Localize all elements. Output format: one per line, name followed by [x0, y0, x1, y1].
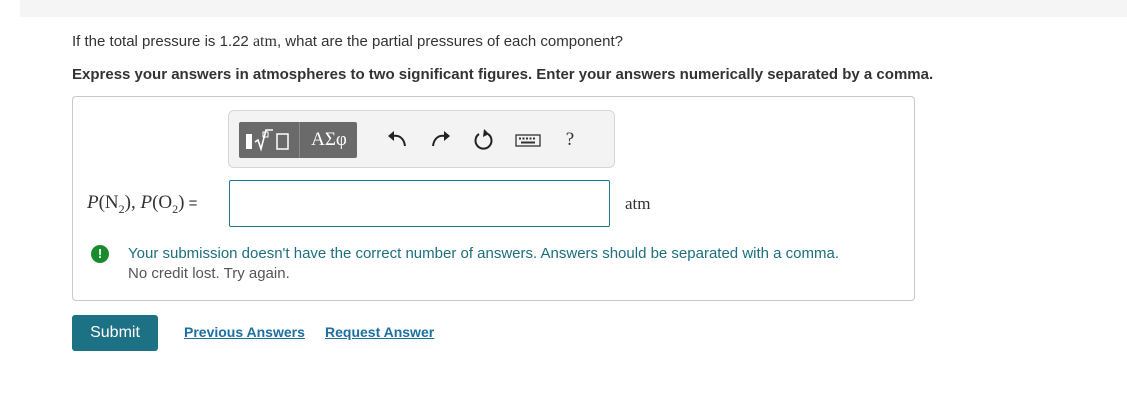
top-bar: [20, 0, 1127, 17]
help-icon: ?: [565, 129, 575, 150]
undo-icon: [388, 131, 406, 147]
label-sep: ),: [124, 192, 141, 213]
templates-radical-button[interactable]: [239, 122, 298, 158]
reset-icon: [474, 129, 493, 150]
answer-box: ΑΣφ ? P(N2), P(O2) = atm ! Your submissi…: [72, 96, 915, 301]
math-toolbar: ΑΣφ ?: [228, 110, 615, 168]
greek-symbols-button[interactable]: ΑΣφ: [299, 122, 358, 158]
question-text: If the total pressure is 1.22 atm, what …: [72, 33, 623, 51]
answer-input[interactable]: [229, 180, 610, 227]
redo-button[interactable]: [425, 125, 455, 155]
label-p1: P: [87, 192, 99, 213]
keyboard-icon: [515, 134, 541, 147]
label-p2: P: [140, 192, 153, 213]
question-unit: atm: [252, 33, 277, 50]
instruction-text: Express your answers in atmospheres to t…: [72, 66, 934, 83]
warning-icon: !: [91, 245, 109, 263]
greek-symbols-icon: ΑΣφ: [311, 129, 347, 150]
label-o: (O: [152, 192, 173, 213]
template-group: ΑΣφ: [239, 122, 357, 158]
request-answer-link[interactable]: Request Answer: [325, 324, 434, 340]
question-suffix: , what are the partial pressures of each…: [276, 33, 623, 50]
feedback-line-2: No credit lost. Try again.: [128, 265, 290, 282]
feedback-message: Your submission doesn't have the correct…: [128, 244, 908, 284]
keyboard-button[interactable]: [513, 125, 543, 155]
redo-icon: [432, 131, 450, 147]
label-equals: =: [184, 195, 198, 212]
help-button[interactable]: ?: [555, 125, 585, 155]
undo-button[interactable]: [383, 125, 413, 155]
submit-button[interactable]: Submit: [72, 315, 158, 351]
question-prefix: If the total pressure is 1.22: [72, 33, 253, 50]
label-n: (N: [98, 192, 119, 213]
answer-label: P(N2), P(O2) =: [87, 192, 197, 217]
previous-answers-link[interactable]: Previous Answers: [184, 324, 305, 340]
unit-label: atm: [625, 194, 651, 213]
reset-button[interactable]: [468, 125, 498, 155]
feedback-line-1: Your submission doesn't have the correct…: [128, 245, 840, 262]
templates-radical-icon: [246, 129, 289, 152]
